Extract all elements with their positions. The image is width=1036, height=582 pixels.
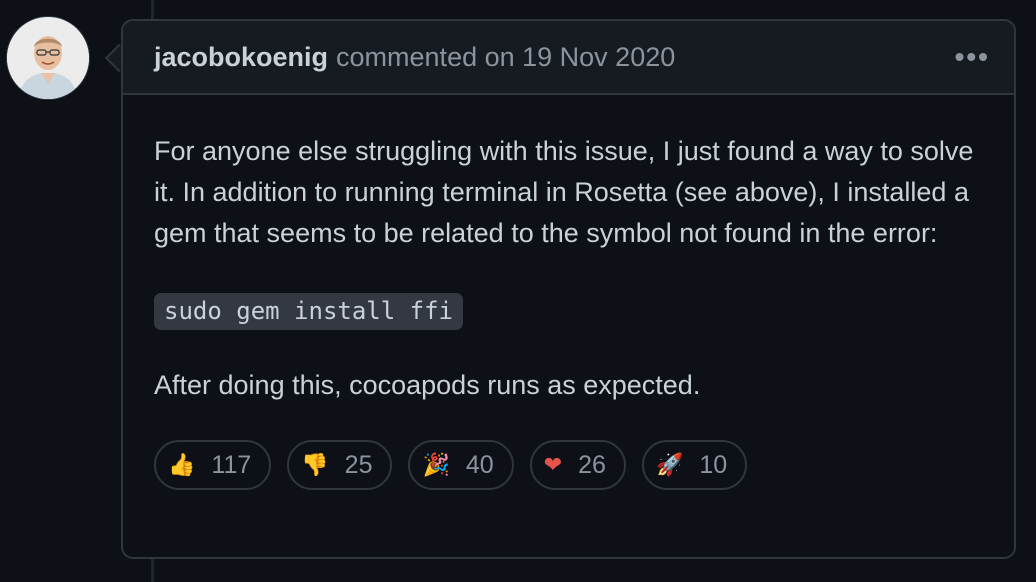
thumbs-down-icon: 👎 (301, 452, 329, 478)
party-popper-icon: 🎉 (422, 452, 450, 478)
thumbs-up-icon: 👍 (168, 452, 196, 478)
reaction-count: 26 (578, 450, 606, 479)
reaction-thumbs-up[interactable]: 👍 117 (154, 440, 272, 490)
inline-code: sudo gem install ffi (154, 293, 463, 330)
comment-body: For anyone else struggling with this iss… (123, 95, 1014, 406)
reaction-hooray[interactable]: 🎉 40 (408, 440, 514, 490)
comment-box: jacobokoenig commented on 19 Nov 2020 ••… (121, 19, 1016, 559)
reaction-count: 10 (699, 450, 728, 479)
reactions-bar: 👍 117 👎 25 🎉 40 ❤ 26 🚀 10 (123, 440, 1014, 490)
rocket-icon: 🚀 (655, 452, 684, 478)
reaction-heart[interactable]: ❤ 26 (529, 440, 626, 490)
reaction-count: 40 (465, 450, 494, 479)
comment-paragraph: After doing this, cocoapods runs as expe… (154, 370, 701, 400)
reaction-count: 117 (211, 450, 252, 479)
avatar-image (7, 17, 89, 99)
comment-paragraph: For anyone else struggling with this iss… (154, 136, 974, 248)
reaction-count: 25 (344, 450, 373, 479)
comment-timestamp[interactable]: commented on 19 Nov 2020 (336, 42, 675, 73)
reaction-rocket[interactable]: 🚀 10 (641, 440, 748, 490)
reaction-thumbs-down[interactable]: 👎 25 (287, 440, 393, 490)
heart-icon: ❤ (543, 452, 563, 478)
comment-header: jacobokoenig commented on 19 Nov 2020 ••… (123, 21, 1014, 95)
more-options-icon[interactable]: ••• (955, 43, 990, 71)
avatar[interactable] (7, 17, 89, 99)
author-link[interactable]: jacobokoenig (154, 42, 328, 73)
